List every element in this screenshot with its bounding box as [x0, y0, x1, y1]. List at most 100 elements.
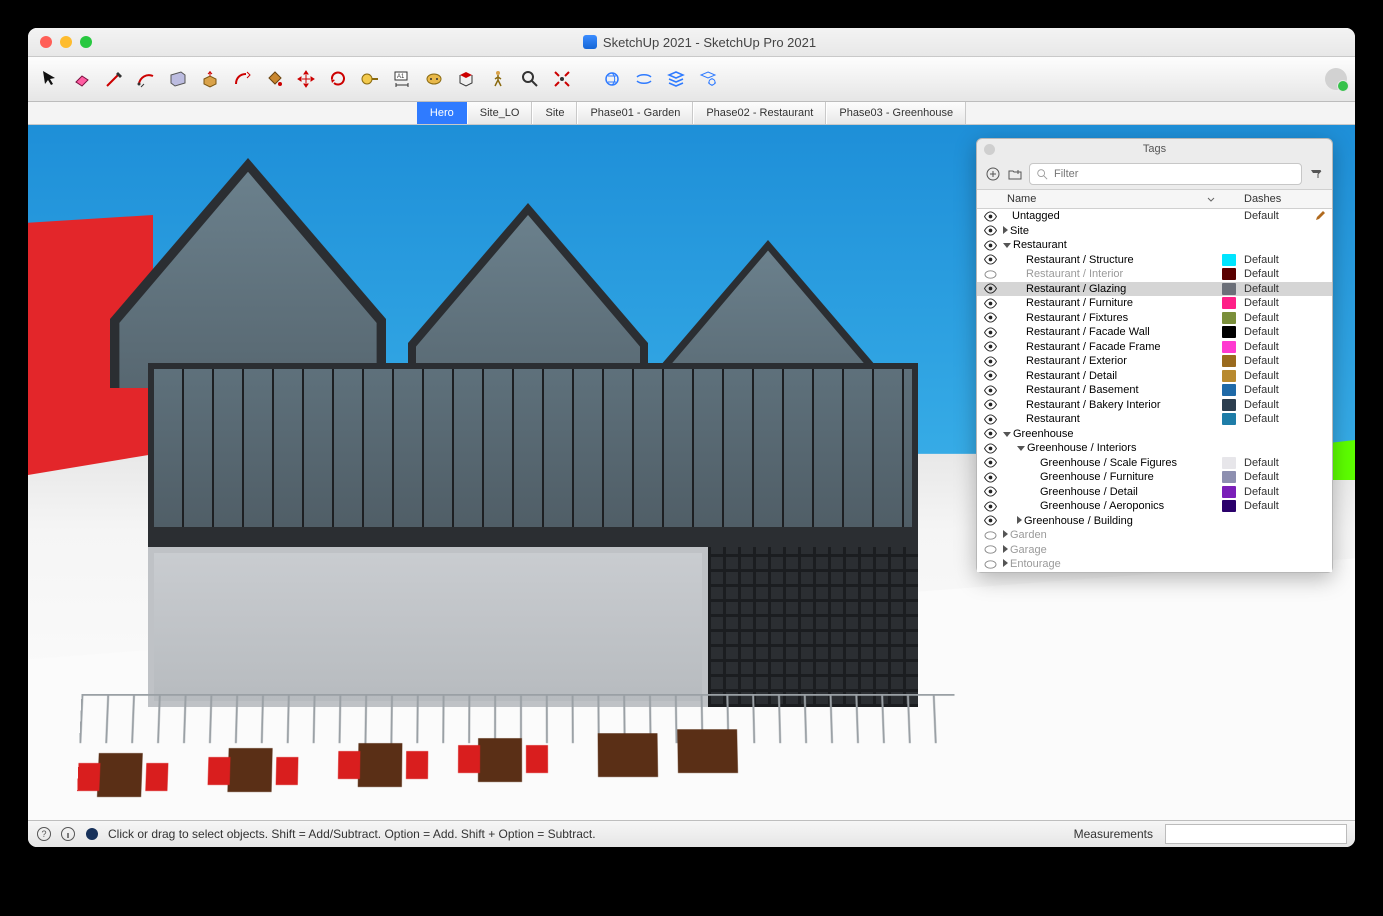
- paint-bucket-tool[interactable]: [260, 65, 288, 93]
- tag-dash-style[interactable]: Default: [1240, 312, 1308, 324]
- tag-edit-button[interactable]: [1308, 210, 1332, 222]
- walk-tool[interactable]: [484, 65, 512, 93]
- scene-tab[interactable]: Site_LO: [467, 102, 533, 124]
- tag-name[interactable]: Garage: [1003, 544, 1222, 556]
- expand-toggle-icon[interactable]: [1003, 226, 1008, 234]
- column-dashes-header[interactable]: Dashes: [1244, 193, 1281, 205]
- tag-name[interactable]: Greenhouse / Scale Figures: [1003, 457, 1222, 469]
- extension-layers-button[interactable]: [662, 65, 690, 93]
- visibility-toggle[interactable]: [977, 225, 1003, 236]
- visibility-toggle[interactable]: [977, 385, 1003, 396]
- tag-name[interactable]: Greenhouse / Interiors: [1003, 442, 1222, 454]
- tag-dash-style[interactable]: Default: [1240, 326, 1308, 338]
- tag-color-swatch[interactable]: [1222, 268, 1236, 280]
- tag-dash-style[interactable]: Default: [1240, 457, 1308, 469]
- tag-color-swatch[interactable]: [1222, 486, 1236, 498]
- tag-color-swatch[interactable]: [1222, 254, 1236, 266]
- visibility-toggle[interactable]: [977, 472, 1003, 483]
- tape-measure-tool[interactable]: [356, 65, 384, 93]
- tag-name[interactable]: Restaurant / Facade Frame: [1003, 341, 1222, 353]
- tag-color-swatch[interactable]: [1222, 283, 1236, 295]
- tag-row[interactable]: Entourage: [977, 557, 1332, 572]
- scene-tab[interactable]: Hero: [417, 102, 467, 124]
- expand-toggle-icon[interactable]: [1003, 432, 1011, 437]
- arc-tool[interactable]: [132, 65, 160, 93]
- help-icon[interactable]: ?: [36, 826, 52, 842]
- tag-dash-style[interactable]: Default: [1240, 355, 1308, 367]
- tag-dash-style[interactable]: Default: [1240, 370, 1308, 382]
- expand-toggle-icon[interactable]: [1017, 446, 1025, 451]
- tags-tree[interactable]: UntaggedDefaultSiteRestaurantRestaurant …: [977, 209, 1332, 572]
- tag-name[interactable]: Restaurant / Interior: [1003, 268, 1222, 280]
- tag-row[interactable]: Restaurant / DetailDefault: [977, 369, 1332, 384]
- tag-color-swatch[interactable]: [1222, 384, 1236, 396]
- tag-name[interactable]: Site: [1003, 225, 1222, 237]
- tag-dash-style[interactable]: Default: [1240, 413, 1308, 425]
- visibility-toggle[interactable]: [977, 530, 1003, 541]
- tag-row[interactable]: Restaurant / FurnitureDefault: [977, 296, 1332, 311]
- tag-dash-style[interactable]: Default: [1240, 268, 1308, 280]
- move-tool[interactable]: [292, 65, 320, 93]
- tag-name[interactable]: Restaurant / Glazing: [1003, 283, 1222, 295]
- visibility-toggle[interactable]: [977, 414, 1003, 425]
- tag-name[interactable]: Restaurant: [1003, 239, 1222, 251]
- tag-dash-style[interactable]: Default: [1240, 210, 1308, 222]
- visibility-toggle[interactable]: [977, 443, 1003, 454]
- tag-row[interactable]: Greenhouse / FurnitureDefault: [977, 470, 1332, 485]
- visibility-toggle[interactable]: [977, 240, 1003, 251]
- tag-color-swatch[interactable]: [1222, 370, 1236, 382]
- tag-row[interactable]: Restaurant / Facade FrameDefault: [977, 340, 1332, 355]
- tag-name[interactable]: Greenhouse / Aeroponics: [1003, 500, 1222, 512]
- tag-name[interactable]: Greenhouse / Building: [1003, 515, 1222, 527]
- extension-warehouse-button[interactable]: [598, 65, 626, 93]
- tag-row[interactable]: Restaurant / Bakery InteriorDefault: [977, 398, 1332, 413]
- tag-row[interactable]: Restaurant / Interior Default: [977, 267, 1332, 282]
- add-tag-folder-button[interactable]: [1007, 166, 1023, 182]
- tags-panel-menu-button[interactable]: [1308, 166, 1324, 182]
- rotate-tool[interactable]: [324, 65, 352, 93]
- tag-dash-style[interactable]: Default: [1240, 471, 1308, 483]
- tag-row[interactable]: UntaggedDefault: [977, 209, 1332, 224]
- account-avatar[interactable]: [1325, 68, 1347, 90]
- tag-name[interactable]: Restaurant: [1003, 413, 1222, 425]
- tag-name[interactable]: Restaurant / Basement: [1003, 384, 1222, 396]
- text-label-tool[interactable]: [420, 65, 448, 93]
- measurements-input[interactable]: [1165, 824, 1347, 844]
- tag-name[interactable]: Restaurant / Facade Wall: [1003, 326, 1222, 338]
- visibility-toggle[interactable]: [977, 356, 1003, 367]
- tag-row[interactable]: Garden: [977, 528, 1332, 543]
- expand-toggle-icon[interactable]: [1003, 243, 1011, 248]
- visibility-toggle[interactable]: [977, 211, 1003, 222]
- expand-toggle-icon[interactable]: [1003, 545, 1008, 553]
- geolocation-icon[interactable]: [84, 826, 100, 842]
- tag-name[interactable]: Restaurant / Exterior: [1003, 355, 1222, 367]
- section-plane-tool[interactable]: [452, 65, 480, 93]
- tag-name[interactable]: Restaurant / Furniture: [1003, 297, 1222, 309]
- visibility-toggle[interactable]: [977, 269, 1003, 280]
- panel-close-button[interactable]: [984, 144, 995, 155]
- tag-name[interactable]: Greenhouse: [1003, 428, 1222, 440]
- tag-color-swatch[interactable]: [1222, 471, 1236, 483]
- tag-name[interactable]: Greenhouse / Detail: [1003, 486, 1222, 498]
- rectangle-tool[interactable]: [164, 65, 192, 93]
- visibility-toggle[interactable]: [977, 515, 1003, 526]
- offset-tool[interactable]: [228, 65, 256, 93]
- visibility-toggle[interactable]: [977, 559, 1003, 570]
- extension-live-button[interactable]: [630, 65, 658, 93]
- tag-color-swatch[interactable]: [1222, 355, 1236, 367]
- expand-toggle-icon[interactable]: [1003, 559, 1008, 567]
- tag-color-swatch[interactable]: [1222, 413, 1236, 425]
- tag-row[interactable]: Site: [977, 224, 1332, 239]
- tag-name[interactable]: Restaurant / Bakery Interior: [1003, 399, 1222, 411]
- tag-row[interactable]: Greenhouse / Building: [977, 514, 1332, 529]
- visibility-toggle[interactable]: [977, 399, 1003, 410]
- visibility-toggle[interactable]: [977, 312, 1003, 323]
- scene-tab[interactable]: Site: [532, 102, 577, 124]
- tags-panel[interactable]: Tags Name Dashes UntaggedDefaultSiteRest…: [976, 138, 1333, 573]
- tag-dash-style[interactable]: Default: [1240, 384, 1308, 396]
- pushpull-tool[interactable]: [196, 65, 224, 93]
- visibility-toggle[interactable]: [977, 501, 1003, 512]
- select-tool[interactable]: [36, 65, 64, 93]
- info-icon[interactable]: [60, 826, 76, 842]
- tag-name[interactable]: Restaurant / Structure: [1003, 254, 1222, 266]
